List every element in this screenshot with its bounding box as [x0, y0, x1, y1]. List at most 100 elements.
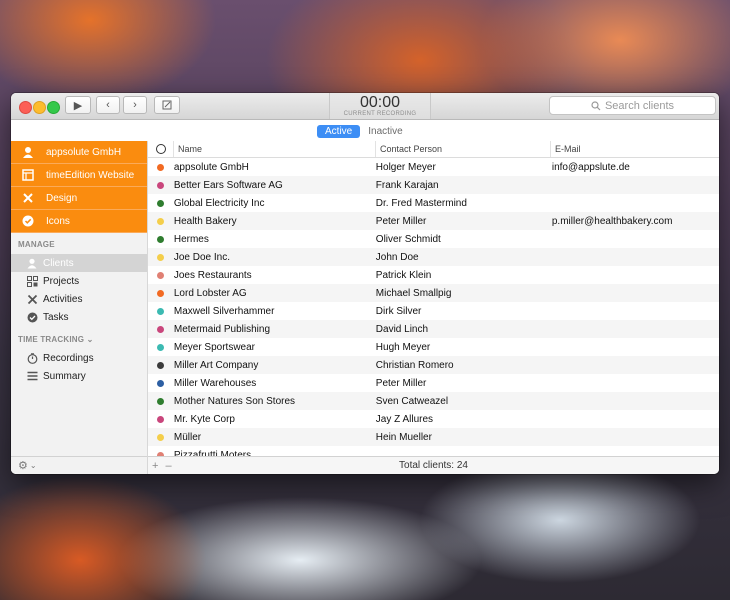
back-button[interactable]: ‹ — [96, 96, 120, 114]
client-email: p.miller@healthbakery.com — [551, 215, 673, 227]
tab-active[interactable]: Active — [317, 125, 361, 138]
table-row[interactable]: Better Ears Software AG Frank Karajan — [148, 176, 719, 194]
time-tracking-section-title[interactable]: TIME TRACKING ⌄ — [18, 335, 147, 347]
minimize-window-button[interactable] — [33, 101, 46, 114]
table-row[interactable]: appsolute GmbH Holger Meyer info@appslute.… — [148, 158, 719, 176]
sidebar-project-timeedition[interactable]: timeEdition Website — [11, 164, 147, 187]
name-column-header[interactable]: Name — [174, 141, 376, 157]
email-column-header[interactable]: E-Mail — [551, 141, 719, 157]
chevron-down-icon: ⌄ — [29, 461, 37, 470]
sidebar-item-recordings[interactable]: Recordings — [11, 349, 147, 367]
table-row[interactable]: Miller Art Company Christian Romero — [148, 356, 719, 374]
client-color-swatch — [157, 397, 165, 405]
color-dot — [148, 235, 174, 243]
client-name: Joe Doe Inc. — [173, 251, 231, 263]
client-color-swatch — [157, 181, 165, 189]
contact-person: John Doe — [375, 251, 419, 263]
color-dot — [148, 415, 174, 423]
table-body: appsolute GmbH Holger Meyer info@appslute.… — [148, 158, 719, 456]
project-label: Icons — [46, 215, 70, 227]
table-header: Name Contact Person E-Mail — [148, 141, 719, 158]
contact-person: Dr. Fred Mastermind — [375, 197, 467, 209]
client-name: Better Ears Software AG — [173, 179, 283, 191]
status-column-header[interactable] — [148, 141, 174, 157]
contact-person: Patrick Klein — [375, 269, 432, 281]
sidebar-project-design[interactable]: Design — [11, 187, 147, 210]
table-row[interactable]: Meyer Sportswear Hugh Meyer — [148, 338, 719, 356]
table-row[interactable]: Mother Natures Son Stores Sven Catweazel — [148, 392, 719, 410]
total-clients: Total clients: 24 — [399, 460, 468, 471]
status-bar: + – Total clients: 24 — [148, 456, 719, 474]
table-row[interactable]: Joe Doe Inc. John Doe — [148, 248, 719, 266]
table-row[interactable]: Lord Lobster AG Michael Smallpig — [148, 284, 719, 302]
sidebar-item-label: Summary — [43, 370, 86, 382]
timer-subtitle: CURRENT RECORDING — [343, 111, 417, 117]
contact-person: Hein Mueller — [375, 431, 432, 443]
sidebar-item-activities[interactable]: Activities — [11, 290, 147, 308]
client-color-swatch — [157, 289, 165, 297]
sidebar-project-icons[interactable]: Icons — [11, 210, 147, 233]
sidebar-project-appsolute[interactable]: appsolute GmbH — [11, 141, 147, 164]
sidebar-item-label: Clients — [43, 257, 74, 269]
client-name: Maxwell Silverhammer — [173, 305, 275, 317]
color-dot — [148, 325, 174, 333]
table-row[interactable]: Global Electricity Inc Dr. Fred Mastermin… — [148, 194, 719, 212]
table-row[interactable]: Maxwell Silverhammer Dirk Silver — [148, 302, 719, 320]
search-icon — [591, 100, 601, 110]
client-name: Global Electricity Inc — [173, 197, 265, 209]
table-row[interactable]: Hermes Oliver Schmidt — [148, 230, 719, 248]
contact-person: David Linch — [375, 323, 429, 335]
sidebar-item-label: Tasks — [43, 311, 69, 323]
client-color-swatch — [157, 415, 165, 423]
zoom-window-button[interactable] — [47, 101, 60, 114]
forward-button[interactable]: › — [123, 96, 147, 114]
table-row[interactable]: Müller Hein Mueller — [148, 428, 719, 446]
sidebar-item-label: Activities — [43, 293, 83, 305]
person-icon — [26, 258, 38, 269]
sidebar-item-label: Recordings — [43, 352, 94, 364]
edit-button[interactable] — [154, 96, 180, 114]
color-dot — [148, 361, 174, 369]
gear-icon[interactable]: ⚙ — [18, 459, 28, 472]
table-row[interactable]: Metermaid Publishing David Linch — [148, 320, 719, 338]
sidebar-item-projects[interactable]: Projects — [11, 272, 147, 290]
client-email: info@appslute.de — [551, 161, 630, 173]
color-dot — [148, 181, 174, 189]
close-window-button[interactable] — [19, 101, 32, 114]
timer-time: 00:00 — [359, 94, 401, 111]
table-row[interactable]: Miller Warehouses Peter Miller — [148, 374, 719, 392]
search-placeholder: Search clients — [604, 99, 675, 112]
client-name: Health Bakery — [173, 215, 237, 227]
title-bar: ▶ ‹ › 00:00 CURRENT RECORDING Search cli… — [11, 93, 719, 120]
contact-person: Michael Smallpig — [375, 287, 452, 299]
color-dot — [148, 343, 174, 351]
color-dot — [148, 433, 174, 441]
check-icon — [21, 214, 35, 228]
tab-inactive[interactable]: Inactive — [360, 125, 410, 138]
color-dot — [148, 163, 174, 171]
client-color-swatch — [157, 199, 165, 207]
sidebar-item-tasks[interactable]: Tasks — [11, 308, 147, 326]
contact-column-header[interactable]: Contact Person — [376, 141, 551, 157]
contact-person: Christian Romero — [375, 359, 454, 371]
table-row[interactable]: Mr. Kyte Corp Jay Z Allures — [148, 410, 719, 428]
manage-section-title: MANAGE — [18, 240, 55, 249]
circle-icon — [155, 144, 166, 154]
table-row[interactable]: Health Bakery Peter Miller p.miller@health… — [148, 212, 719, 230]
sidebar-item-summary[interactable]: Summary — [11, 367, 147, 385]
contact-person: Hugh Meyer — [375, 341, 431, 353]
sidebar-item-clients[interactable]: Clients — [11, 254, 147, 272]
project-label: appsolute GmbH — [46, 146, 122, 158]
contact-person: Oliver Schmidt — [375, 233, 441, 245]
timer-display: 00:00 CURRENT RECORDING — [329, 93, 431, 119]
active-filter: Active Inactive — [317, 125, 411, 138]
client-name: Meyer Sportswear — [173, 341, 255, 353]
search-input[interactable]: Search clients — [549, 96, 716, 115]
client-color-swatch — [157, 343, 165, 351]
table-row[interactable]: Joes Restaurants Patrick Klein — [148, 266, 719, 284]
table-row[interactable]: Pizzafrutti Moters — [148, 446, 719, 456]
chevron-right-icon: › — [133, 99, 137, 111]
tools-icon — [21, 191, 35, 205]
play-button[interactable]: ▶ — [65, 96, 91, 114]
color-dot — [148, 271, 174, 279]
